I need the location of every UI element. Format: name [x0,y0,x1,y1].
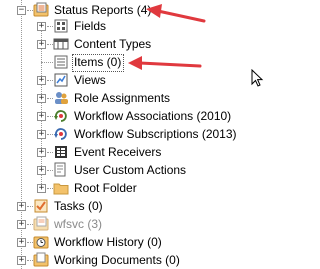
workflow-2010-icon [54,110,67,122]
workflow-history-icon [33,236,49,249]
tree-node-wfsvc[interactable]: wfsvc (3) [33,215,102,233]
tasks-icon [34,199,48,213]
tree-node-label: Event Receivers [74,145,162,159]
tree-node-workflow-history[interactable]: Workflow History (0) [33,233,162,251]
event-receivers-icon [55,146,67,158]
expand-toggle-fields[interactable]: + [37,22,46,31]
tree-node-label: Working Documents (0) [54,253,180,267]
tree-node-label: Workflow Associations (2010) [74,109,232,123]
explorer-tree: − Status Reports (4) + Fields + Content … [0,0,276,269]
tree-node-workflow-subscriptions[interactable]: Workflow Subscriptions (2013) [53,125,237,143]
fields-icon [54,19,68,33]
tree-node-event-receivers[interactable]: Event Receivers [53,143,161,161]
tree-node-views[interactable]: Views [53,71,106,89]
list-folder-icon [33,2,49,17]
tree-node-label: Tasks (0) [54,199,103,213]
tree-node-tasks[interactable]: Tasks (0) [33,197,103,215]
folder-icon [53,183,69,195]
tree-node-label: Workflow Subscriptions (2013) [74,127,237,141]
workflow-2013-icon [54,128,67,140]
wfsvc-icon [33,216,49,231]
tree-node-role-assignments[interactable]: Role Assignments [53,89,170,107]
expand-toggle-workflow-subscriptions[interactable]: + [37,130,46,139]
annotation-arrow-items [128,56,202,70]
expand-toggle-wfsvc[interactable]: + [17,220,26,229]
expand-toggle-views[interactable]: + [37,76,46,85]
tree-node-label: Root Folder [74,181,137,195]
expand-toggle-role-assignments[interactable]: + [37,94,46,103]
tree-node-label: Views [74,73,106,87]
content-types-icon [53,38,69,50]
user-custom-actions-icon [54,162,66,177]
expand-toggle-working-documents[interactable]: + [17,256,26,265]
views-icon [54,73,68,87]
expand-toggle-user-custom-actions[interactable]: + [37,166,46,175]
items-list-icon [54,55,68,69]
tree-node-label: User Custom Actions [74,163,187,177]
tree-node-label: Status Reports (4) [54,3,152,17]
expand-toggle-workflow-history[interactable]: + [17,238,26,247]
tree-node-label: Workflow History (0) [54,235,162,249]
expand-toggle-tasks[interactable]: + [17,202,26,211]
collapse-toggle-status-reports[interactable]: − [17,6,26,15]
tree-node-label: Fields [74,19,107,33]
tree-node-working-documents[interactable]: Working Documents (0) [33,251,180,269]
mouse-cursor-icon [251,69,264,87]
tree-node-fields[interactable]: Fields [53,17,106,35]
annotation-arrow-status-reports [146,4,206,23]
tree-node-content-types[interactable]: Content Types [53,35,151,53]
tree-node-user-custom-actions[interactable]: User Custom Actions [53,161,186,179]
expand-toggle-root-folder[interactable]: + [37,184,46,193]
tree-node-workflow-associations[interactable]: Workflow Associations (2010) [53,107,231,125]
expand-toggle-workflow-associations[interactable]: + [37,112,46,121]
expand-toggle-event-receivers[interactable]: + [37,148,46,157]
tree-node-label: wfsvc (3) [54,217,102,231]
selection-focus-rect [72,54,124,72]
tree-node-root-folder[interactable]: Root Folder [53,179,137,197]
working-documents-icon [33,252,49,267]
role-assignments-icon [55,92,68,104]
expand-toggle-content-types[interactable]: + [37,40,46,49]
tree-node-label: Role Assignments [74,91,171,105]
tree-node-label: Content Types [74,37,152,51]
